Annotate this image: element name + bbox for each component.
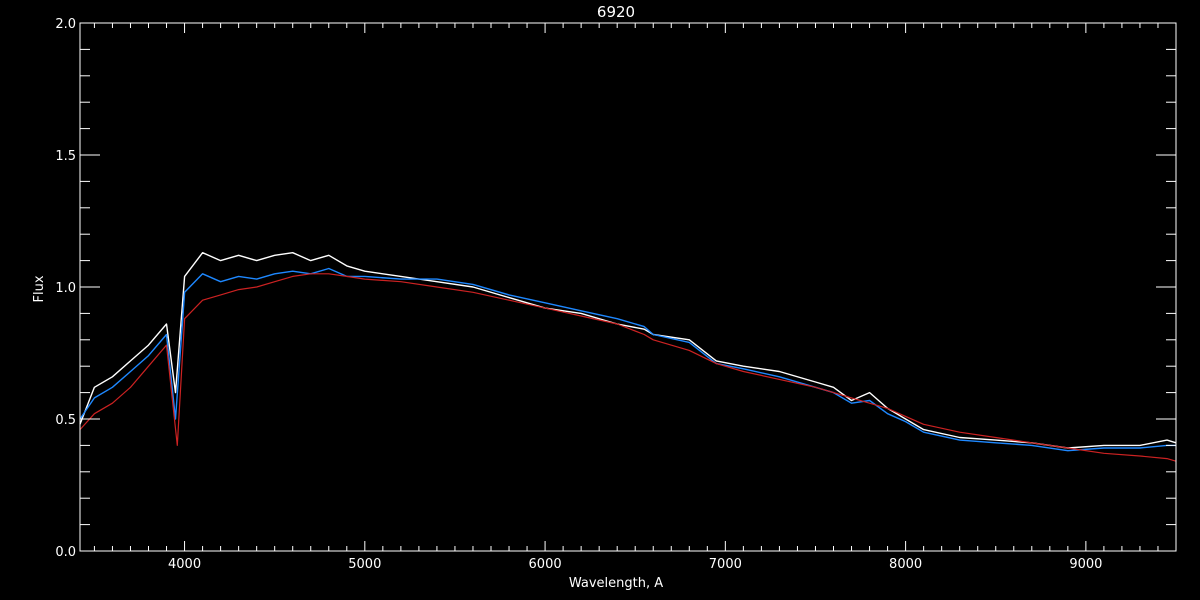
x-tick-label: 4000 — [168, 557, 201, 572]
spectrum-chart: 6920 Wavelength, A Flux 4000 5000 6000 7000… — [32, 3, 1177, 591]
chart-root: 6920 Wavelength, A Flux 4000 5000 6000 7000… — [0, 0, 1200, 600]
x-axis-label: Wavelength, A — [569, 576, 663, 591]
x-tick-label: 9000 — [1069, 557, 1102, 572]
x-tick-label: 8000 — [889, 557, 922, 572]
chart-title: 6920 — [597, 3, 635, 21]
plot-frame — [79, 22, 1177, 552]
y-tick-label: 0.5 — [55, 413, 76, 428]
x-tick-label: 7000 — [709, 557, 742, 572]
x-tick-label: 6000 — [529, 557, 562, 572]
x-tick-label: 5000 — [348, 557, 381, 572]
series-line-2 — [79, 267, 1176, 452]
y-tick-label: 0.0 — [55, 545, 76, 560]
y-tick-label: 1.5 — [55, 149, 76, 164]
y-axis-label: Flux — [32, 275, 47, 302]
series-line-3 — [79, 273, 1177, 462]
series-line-1 — [79, 251, 1177, 449]
y-tick-label: 1.0 — [55, 281, 76, 296]
y-tick-label: 2.0 — [55, 17, 76, 32]
series-layer — [79, 251, 1177, 462]
